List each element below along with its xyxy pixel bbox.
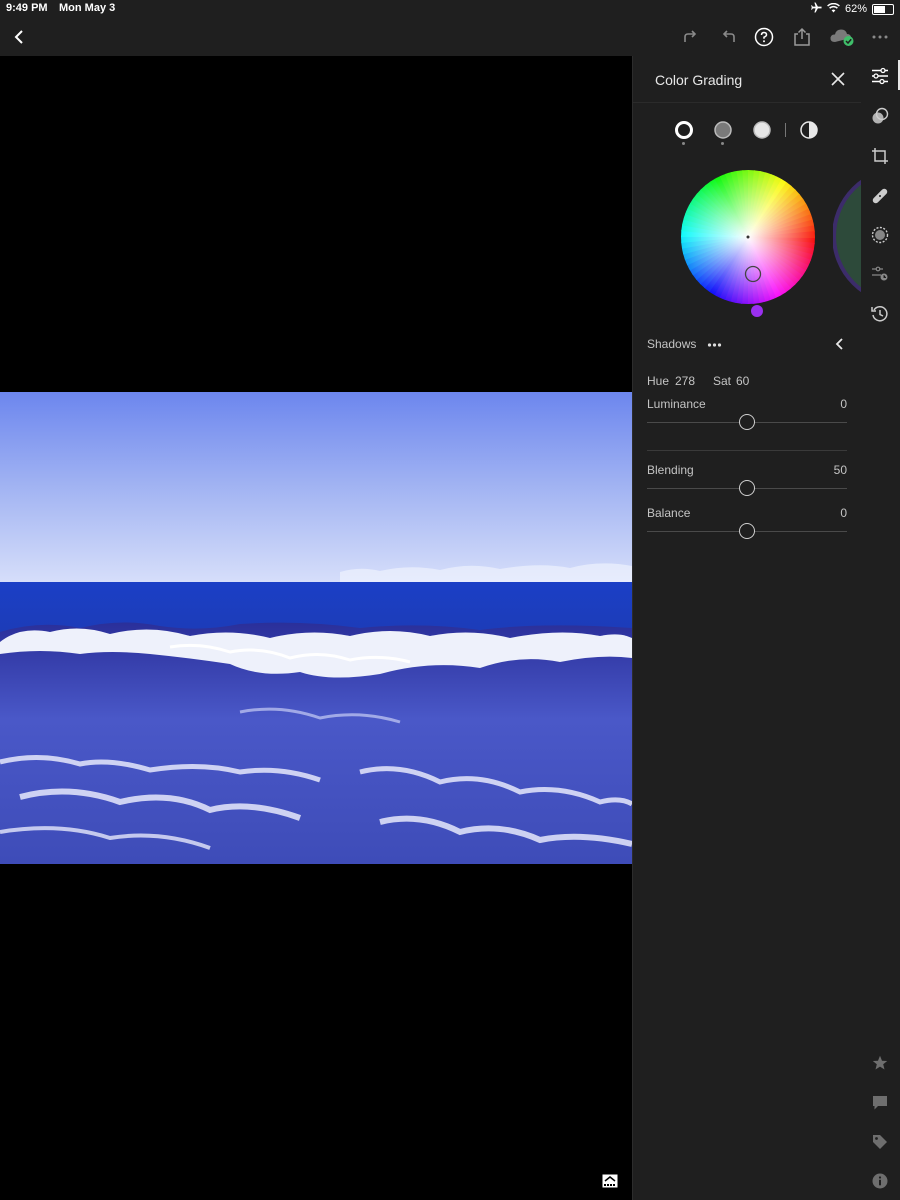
balance-value[interactable]: 0 <box>793 506 847 520</box>
battery-fill <box>874 5 885 13</box>
midtones-mode-button[interactable] <box>713 120 733 145</box>
region-more-icon[interactable] <box>707 338 723 350</box>
airplane-icon <box>811 2 822 16</box>
tags-icon[interactable] <box>869 1131 891 1153</box>
balance-slider-thumb[interactable] <box>739 523 755 539</box>
rating-star-icon[interactable] <box>869 1052 891 1074</box>
status-date: Mon May 3 <box>59 2 116 14</box>
blending-label: Blending <box>647 463 694 477</box>
status-bar: 9:49 PM Mon May 3 62% <box>0 0 900 18</box>
panel-title: Color Grading <box>655 72 743 88</box>
filmstrip-toggle-icon[interactable] <box>602 1174 618 1188</box>
close-icon[interactable] <box>829 70 847 88</box>
comments-icon[interactable] <box>869 1092 891 1114</box>
wheel-center-dot <box>746 235 750 239</box>
wifi-icon <box>827 2 840 16</box>
shadows-mode-button[interactable] <box>674 120 694 145</box>
presets-icon[interactable] <box>869 105 891 127</box>
blending-value[interactable]: 50 <box>793 463 847 477</box>
mode-indicator-dot <box>721 142 724 145</box>
photo-image[interactable] <box>0 392 632 864</box>
balance-label: Balance <box>647 506 691 520</box>
grading-mode-selector <box>633 120 861 150</box>
undo-icon[interactable] <box>716 24 742 50</box>
masking-icon[interactable] <box>869 224 891 246</box>
redo-icon[interactable] <box>677 24 703 50</box>
hue-label: Hue <box>647 374 670 388</box>
blending-slider-thumb[interactable] <box>739 480 755 496</box>
more-icon[interactable] <box>867 24 893 50</box>
sat-label: Sat <box>713 374 732 388</box>
healing-icon[interactable] <box>869 185 891 207</box>
help-icon[interactable] <box>751 24 777 50</box>
next-wheel-preview[interactable] <box>833 176 863 296</box>
luminance-label: Luminance <box>647 397 706 411</box>
highlights-mode-button[interactable] <box>752 120 772 140</box>
global-mode-button[interactable] <box>799 120 819 140</box>
back-icon[interactable] <box>6 24 32 50</box>
top-toolbar <box>0 18 900 56</box>
edit-sliders-icon[interactable] <box>869 65 891 87</box>
mode-indicator-dot <box>682 142 685 145</box>
color-wheel[interactable] <box>679 168 817 306</box>
panel-header: Color Grading <box>633 56 861 103</box>
crop-icon[interactable] <box>869 145 891 167</box>
mode-divider <box>785 123 786 137</box>
info-icon[interactable] <box>869 1170 891 1192</box>
sat-value[interactable]: 60 <box>736 374 749 388</box>
battery-icon <box>872 3 894 15</box>
cloud-sync-icon[interactable] <box>828 24 856 50</box>
collapse-chevron-icon[interactable] <box>833 336 847 352</box>
photo-canvas[interactable] <box>0 56 632 1200</box>
battery-percent: 62% <box>844 3 867 15</box>
luminance-value[interactable]: 0 <box>793 397 847 411</box>
hue-value[interactable]: 278 <box>675 374 695 388</box>
history-icon[interactable] <box>869 303 891 325</box>
status-time: 9:49 PM <box>6 2 48 14</box>
tool-rail <box>861 56 900 1200</box>
section-divider <box>647 450 847 451</box>
color-grading-panel: Color Grading Shadows Hue 278 Sat 60 Lum… <box>632 56 863 1200</box>
versions-icon[interactable] <box>869 263 891 285</box>
luminance-slider-thumb[interactable] <box>739 414 755 430</box>
region-label: Shadows <box>647 337 697 351</box>
color-swatch[interactable] <box>751 305 763 317</box>
status-indicators: 62% <box>811 2 894 16</box>
share-icon[interactable] <box>789 24 815 50</box>
